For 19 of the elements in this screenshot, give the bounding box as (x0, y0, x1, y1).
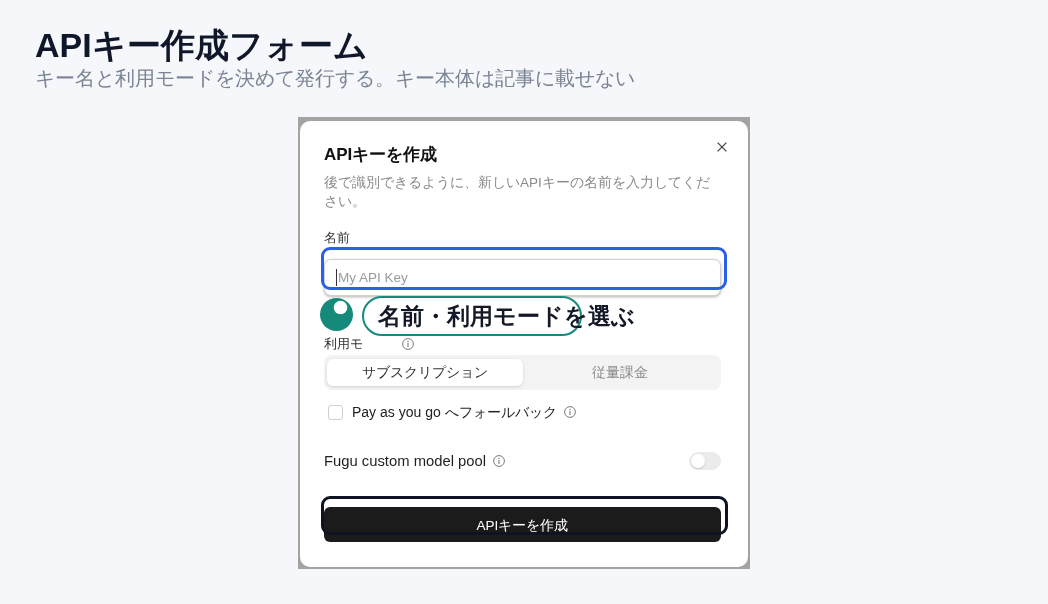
dialog-description: 後で識別できるように、新しいAPIキーの名前を入力してください。 (324, 174, 711, 211)
page-title: APIキー作成フォーム (35, 25, 368, 66)
dialog-title: APIキーを作成 (324, 144, 438, 166)
field-label: 利用モ (324, 336, 363, 352)
page-subtitle: キー名と利用モードを決めて発行する。キー本体は記事に載せない (35, 66, 635, 91)
close-button[interactable] (715, 140, 729, 154)
info-icon (563, 406, 576, 418)
close-icon (717, 142, 727, 152)
option-label: Fugu custom model pool (324, 452, 487, 470)
field-label: 名前 (324, 229, 350, 247)
toggle-switch[interactable] (689, 452, 721, 470)
text-cursor-icon (336, 269, 337, 286)
checkbox-label: Pay as you go へフォールバック (352, 403, 557, 421)
checkbox[interactable] (328, 404, 343, 420)
info-icon (493, 455, 506, 467)
create-key-button[interactable]: APIキーを作成 (324, 507, 721, 542)
segment-tab[interactable]: サブスクリプション (327, 359, 523, 386)
step-marker-icon (320, 298, 353, 331)
info-icon (402, 338, 414, 350)
